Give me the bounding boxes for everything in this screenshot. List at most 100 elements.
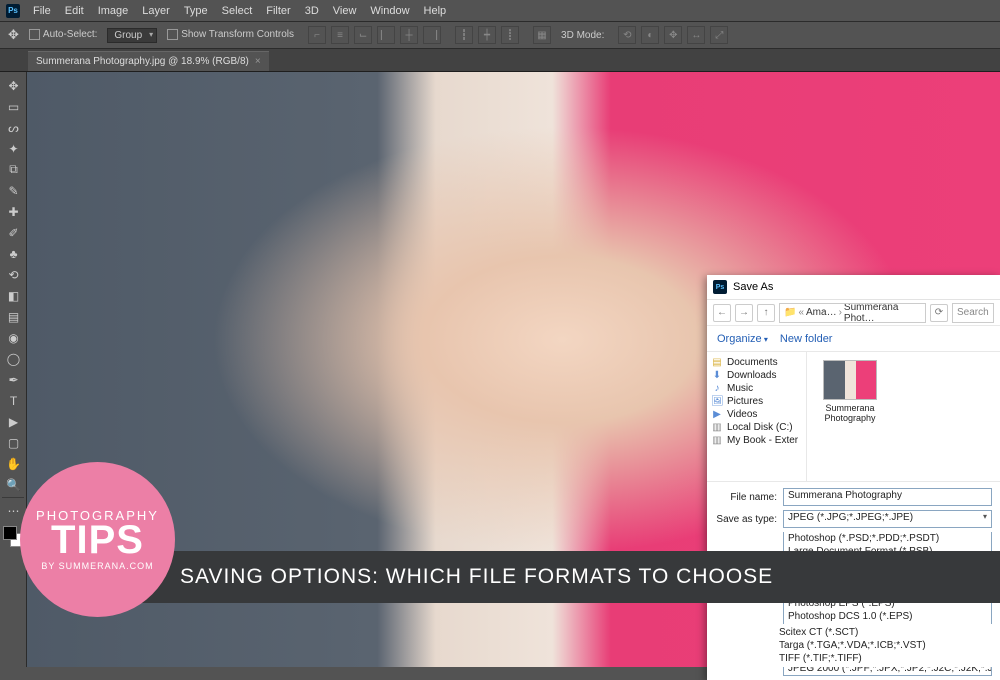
menu-3d[interactable]: 3D bbox=[298, 3, 326, 19]
3d-icons: ▦ bbox=[533, 26, 551, 44]
tree-label: Documents bbox=[727, 357, 778, 368]
tree-documents[interactable]: ▤ Documents bbox=[711, 356, 806, 369]
menu-help[interactable]: Help bbox=[417, 3, 454, 19]
brush-tool[interactable]: ✐ bbox=[2, 222, 25, 243]
auto-select-label: Auto-Select: bbox=[43, 30, 97, 41]
filename-input[interactable]: Summerana Photography bbox=[783, 488, 992, 506]
clone-stamp-tool[interactable]: ♣ bbox=[2, 243, 25, 264]
menu-window[interactable]: Window bbox=[363, 3, 416, 19]
menu-image[interactable]: Image bbox=[91, 3, 136, 19]
eyedropper-tool[interactable]: ✎ bbox=[2, 180, 25, 201]
nav-fwd-button[interactable]: → bbox=[735, 304, 753, 322]
badge-line3: BY SUMMERANA.COM bbox=[41, 562, 153, 571]
tree-my-book[interactable]: ▥My Book - Exter bbox=[711, 434, 806, 447]
magic-wand-tool[interactable]: ✦ bbox=[2, 138, 25, 159]
zoom-tool[interactable]: 🔍 bbox=[2, 474, 25, 495]
marquee-tool[interactable]: ▭ bbox=[2, 96, 25, 117]
organize-menu[interactable]: Organize bbox=[717, 333, 768, 345]
auto-select-checkbox[interactable] bbox=[29, 29, 40, 40]
tree-local-disk[interactable]: ▥Local Disk (C:) bbox=[711, 421, 806, 434]
align-icons: ⌐ ≡ ⌙ ⎸ ┼ ⎹ bbox=[308, 26, 441, 44]
align-bottom-icon[interactable]: ⌙ bbox=[354, 26, 372, 44]
align-vcenter-icon[interactable]: ≡ bbox=[331, 26, 349, 44]
3d-orbit-icon[interactable]: ⟲ bbox=[618, 26, 636, 44]
documents-icon: ▤ bbox=[711, 357, 723, 368]
align-right-icon[interactable]: ⎹ bbox=[423, 26, 441, 44]
type-tool[interactable]: T bbox=[2, 390, 25, 411]
savetype-combobox[interactable]: JPEG (*.JPG;*.JPEG;*.JPE) bbox=[783, 510, 992, 528]
dist-3-icon[interactable]: ┋ bbox=[501, 26, 519, 44]
3d-roll-icon[interactable]: ◐ bbox=[641, 26, 659, 44]
tree-label: Music bbox=[727, 383, 753, 394]
new-folder-button[interactable]: New folder bbox=[780, 333, 833, 345]
tree-downloads[interactable]: ⬇Downloads bbox=[711, 369, 806, 382]
crumb-2[interactable]: Summerana Phot… bbox=[844, 303, 921, 323]
folder-contents[interactable]: Summerana Photography bbox=[807, 352, 1000, 481]
dist-2-icon[interactable]: ┿ bbox=[478, 26, 496, 44]
move-tool-icon: ✥ bbox=[8, 27, 19, 43]
edit-toolbar-icon[interactable]: ⋯ bbox=[2, 500, 25, 521]
auto-select-dropdown[interactable]: Group bbox=[107, 28, 157, 43]
align-top-icon[interactable]: ⌐ bbox=[308, 26, 326, 44]
rectangle-tool[interactable]: ▢ bbox=[2, 432, 25, 453]
folder-tree[interactable]: ▤ Documents ⬇Downloads ♪Music 🖼Pictures ▶… bbox=[707, 352, 807, 481]
nav-up-button[interactable]: ↑ bbox=[757, 304, 775, 322]
blur-tool[interactable]: ◉ bbox=[2, 327, 25, 348]
tree-label: My Book - Exter bbox=[727, 435, 798, 446]
menu-edit[interactable]: Edit bbox=[58, 3, 91, 19]
hand-tool[interactable]: ✋ bbox=[2, 453, 25, 474]
foreground-swatch[interactable] bbox=[3, 526, 17, 540]
breadcrumb[interactable]: 📁 « Ama… › Summerana Phot… bbox=[779, 303, 926, 323]
menu-type[interactable]: Type bbox=[177, 3, 215, 19]
menu-filter[interactable]: Filter bbox=[259, 3, 297, 19]
options-bar: ✥ Auto-Select: Group Show Transform Cont… bbox=[0, 22, 1000, 49]
crumb-1[interactable]: Ama… bbox=[806, 307, 837, 318]
3d-slide-icon[interactable]: ↔ bbox=[687, 26, 705, 44]
nav-back-button[interactable]: ← bbox=[713, 304, 731, 322]
format-option[interactable]: Photoshop DCS 1.0 (*.EPS) bbox=[784, 610, 991, 623]
pen-tool[interactable]: ✒ bbox=[2, 369, 25, 390]
format-option[interactable]: Targa (*.TGA;*.VDA;*.ICB;*.VST) bbox=[779, 639, 996, 652]
dist-1-icon[interactable]: ┇ bbox=[455, 26, 473, 44]
history-brush-tool[interactable]: ⟲ bbox=[2, 264, 25, 285]
align-hcenter-icon[interactable]: ┼ bbox=[400, 26, 418, 44]
menu-view[interactable]: View bbox=[326, 3, 364, 19]
overlay-badge: PHOTOGRAPHY TIPS BY SUMMERANA.COM bbox=[20, 462, 175, 617]
auto-align-icon[interactable]: ▦ bbox=[533, 26, 551, 44]
save-as-dialog: Ps Save As ← → ↑ 📁 « Ama… › Summerana Ph… bbox=[707, 275, 1000, 680]
path-select-tool[interactable]: ▶ bbox=[2, 411, 25, 432]
file-thumb[interactable]: Summerana Photography bbox=[815, 360, 885, 424]
eraser-tool[interactable]: ◧ bbox=[2, 285, 25, 306]
dialog-titlebar[interactable]: Ps Save As bbox=[707, 275, 1000, 300]
menu-file[interactable]: File bbox=[26, 3, 58, 19]
dodge-tool[interactable]: ◯ bbox=[2, 348, 25, 369]
refresh-button[interactable]: ⟳ bbox=[930, 304, 948, 322]
gradient-tool[interactable]: ▤ bbox=[2, 306, 25, 327]
3d-scale-icon[interactable]: ⤢ bbox=[710, 26, 728, 44]
menu-select[interactable]: Select bbox=[215, 3, 260, 19]
crop-tool[interactable]: ⧉ bbox=[2, 159, 25, 180]
format-option[interactable]: TIFF (*.TIF;*.TIFF) bbox=[779, 652, 996, 665]
document-tab[interactable]: Summerana Photography.jpg @ 18.9% (RGB/8… bbox=[28, 51, 269, 71]
address-bar: ← → ↑ 📁 « Ama… › Summerana Phot… ⟳ Searc… bbox=[707, 300, 1000, 326]
show-transform-checkbox[interactable] bbox=[167, 29, 178, 40]
drive-icon: ▥ bbox=[711, 422, 723, 433]
3d-pan-icon[interactable]: ✥ bbox=[664, 26, 682, 44]
tree-pictures[interactable]: 🖼Pictures bbox=[711, 395, 806, 408]
lasso-tool[interactable]: ᔕ bbox=[2, 117, 25, 138]
move-tool[interactable]: ✥ bbox=[2, 75, 25, 96]
folder-icon: 📁 bbox=[784, 307, 796, 318]
tree-videos[interactable]: ▶Videos bbox=[711, 408, 806, 421]
thumbnail-image bbox=[823, 360, 877, 400]
format-option[interactable]: Photoshop (*.PSD;*.PDD;*.PSDT) bbox=[784, 532, 991, 545]
tree-music[interactable]: ♪Music bbox=[711, 382, 806, 395]
search-input[interactable]: Search bbox=[952, 303, 994, 323]
align-left-icon[interactable]: ⎸ bbox=[377, 26, 395, 44]
pictures-icon: 🖼 bbox=[711, 396, 723, 407]
downloads-icon: ⬇ bbox=[711, 370, 723, 381]
close-tab-icon[interactable]: × bbox=[255, 56, 261, 67]
format-option[interactable]: Scitex CT (*.SCT) bbox=[779, 626, 996, 639]
healing-brush-tool[interactable]: ✚ bbox=[2, 201, 25, 222]
mode3d-label: 3D Mode: bbox=[561, 30, 604, 41]
menu-layer[interactable]: Layer bbox=[135, 3, 177, 19]
